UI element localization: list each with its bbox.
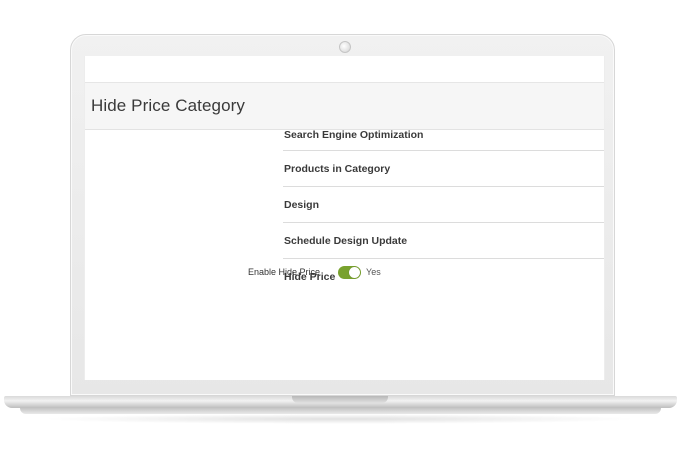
enable-hide-price-row: Enable Hide Price Yes — [248, 264, 381, 280]
page-title: Hide Price Category — [91, 96, 246, 115]
enable-hide-price-label: Enable Hide Price — [248, 267, 321, 277]
laptop-shadow — [40, 414, 640, 424]
section-schedule-design-update[interactable]: Schedule Design Update — [283, 223, 604, 259]
section-products-in-category[interactable]: Products in Category — [283, 151, 604, 187]
section-search-engine-optimization[interactable]: Search Engine Optimization — [283, 129, 604, 151]
laptop-screen: Hide Price Category Search Engine Optimi… — [84, 56, 605, 380]
laptop-notch — [292, 396, 388, 403]
camera-icon — [339, 41, 351, 53]
toggle-knob — [349, 266, 361, 278]
section-design[interactable]: Design — [283, 187, 604, 223]
toggle-value-text: Yes — [366, 267, 381, 277]
enable-hide-price-toggle[interactable] — [338, 265, 362, 279]
top-bar — [85, 56, 604, 83]
page-header: Hide Price Category — [85, 83, 604, 130]
